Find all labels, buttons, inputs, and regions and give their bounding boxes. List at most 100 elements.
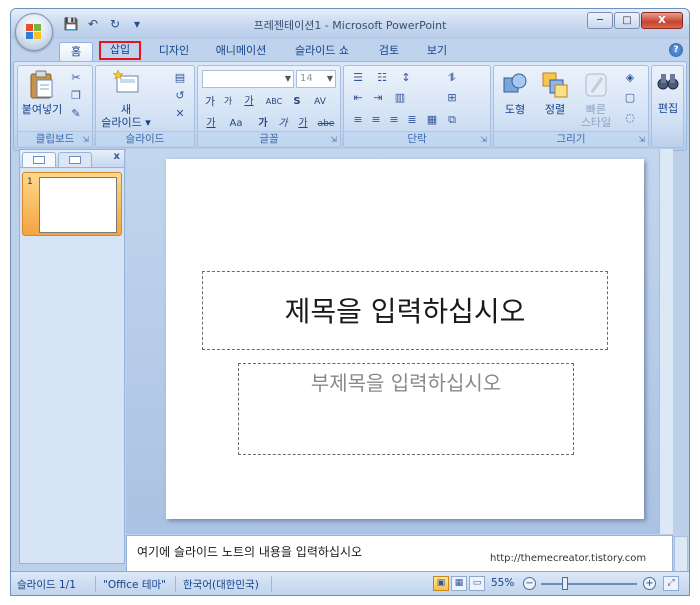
slide-sorter-view-icon[interactable]: ▦ xyxy=(451,576,467,591)
watermark-url: http://themecreator.tistory.com xyxy=(490,553,647,564)
italic-button[interactable]: 가 xyxy=(274,114,292,132)
shape-outline-icon[interactable]: ▢ xyxy=(622,90,638,106)
tab-review[interactable]: 검토 xyxy=(371,42,407,61)
tab-insert[interactable]: 삽입 xyxy=(99,41,141,60)
slide-thumbnail-selected[interactable]: 1 xyxy=(22,172,122,236)
tab-animations[interactable]: 애니메이션 xyxy=(209,42,273,61)
editing-button[interactable]: 편집 xyxy=(653,70,683,115)
fit-to-window-icon[interactable]: ⤢ xyxy=(663,576,679,591)
decrease-indent-icon[interactable]: ⇤ xyxy=(350,90,366,106)
title-bar: 💾 ↶ ↻ ▾ 프레젠테이션1 - Microsoft PowerPoint ─… xyxy=(11,9,689,39)
slides-pane: x 1 xyxy=(19,149,125,564)
window-controls: ─ □ X xyxy=(587,12,683,29)
slide-show-view-icon[interactable]: ▭ xyxy=(469,576,485,591)
shrink-font-button[interactable]: 가 xyxy=(220,92,236,110)
notes-placeholder-text: 여기에 슬라이드 노트의 내용을 입력하십시오 xyxy=(137,545,363,559)
columns-icon[interactable]: ▥ xyxy=(392,90,408,106)
cut-icon[interactable]: ✂ xyxy=(68,70,84,86)
status-language[interactable]: 한국어(대한민국) xyxy=(183,577,259,592)
shape-fill-icon[interactable]: ◈ xyxy=(622,70,638,86)
arrange-button[interactable]: 정렬 xyxy=(536,70,574,116)
numbering-icon[interactable]: ☷ xyxy=(374,70,390,86)
help-icon[interactable]: ? xyxy=(669,43,683,57)
delete-slide-icon[interactable]: ✕ xyxy=(172,106,188,122)
align-left-icon[interactable]: ≡ xyxy=(350,112,366,128)
strikethrough-button[interactable]: abe xyxy=(314,114,338,132)
font-group-label: 글꼴 xyxy=(198,131,340,146)
smartart-icon[interactable]: ⧉ xyxy=(444,112,460,128)
shape-effects-icon[interactable]: ◌ xyxy=(622,110,638,126)
pane-close-button[interactable]: x xyxy=(114,151,120,162)
outline-pane-tab[interactable] xyxy=(58,152,92,167)
slide-thumbnail[interactable] xyxy=(39,177,117,233)
title-placeholder[interactable]: 제목을 입력하십시오 xyxy=(202,271,608,350)
editing-group: 편집 xyxy=(651,65,684,148)
zoom-slider-track[interactable] xyxy=(541,583,637,585)
paste-button[interactable]: 붙여넣기 xyxy=(20,70,64,116)
editing-label: 편집 xyxy=(657,102,679,115)
align-text-icon[interactable]: ⊞ xyxy=(444,90,460,106)
shapes-icon xyxy=(501,70,529,100)
font-name-combo[interactable]: ▼ xyxy=(202,70,294,88)
char-spacing-button[interactable]: AV xyxy=(306,92,334,110)
distributed-icon[interactable]: ▦ xyxy=(424,112,440,128)
shadow-text-button[interactable]: S xyxy=(290,92,304,110)
copy-icon[interactable]: ❐ xyxy=(68,88,84,104)
tab-home[interactable]: 홈 xyxy=(59,42,93,61)
status-separator xyxy=(95,576,96,592)
font-launcher-icon[interactable]: ⇲ xyxy=(330,135,337,144)
slide-canvas[interactable]: 제목을 입력하십시오 부제목을 입력하십시오 xyxy=(166,159,644,519)
maximize-button[interactable]: □ xyxy=(614,12,640,29)
drawing-group: 도형 정렬 빠른 스타일 ◈ ▢ ◌ 그리기 ⇲ xyxy=(493,65,649,148)
paste-icon xyxy=(28,70,56,100)
align-right-icon[interactable]: ≡ xyxy=(386,112,402,128)
increase-indent-icon[interactable]: ⇥ xyxy=(370,90,386,106)
new-slide-label-line2: 슬라이드 ▾ xyxy=(101,116,151,129)
line-spacing-icon[interactable]: ↕ xyxy=(398,70,414,86)
slide-editor: 제목을 입력하십시오 부제목을 입력하십시오 xyxy=(126,149,673,534)
tab-design[interactable]: 디자인 xyxy=(151,42,197,61)
layout-icon[interactable]: ▤ xyxy=(172,70,188,86)
bold-button[interactable]: 가 xyxy=(254,114,272,132)
text-direction-icon[interactable]: ⥮ xyxy=(444,70,460,86)
notes-scrollbar[interactable] xyxy=(674,536,688,573)
font-size-combo[interactable]: 14 ▼ xyxy=(296,70,336,88)
office-button[interactable] xyxy=(15,13,53,51)
drawing-launcher-icon[interactable]: ⇲ xyxy=(638,135,645,144)
clear-format-button[interactable]: 가 xyxy=(240,92,258,110)
title-placeholder-text: 제목을 입력하십시오 xyxy=(284,295,526,328)
zoom-slider-knob[interactable] xyxy=(562,577,568,590)
arrange-icon xyxy=(541,70,569,100)
minimize-button[interactable]: ─ xyxy=(587,12,613,29)
abc-button[interactable]: ABC xyxy=(262,92,286,110)
bullets-icon[interactable]: ☰ xyxy=(350,70,366,86)
status-separator xyxy=(175,576,176,592)
subtitle-placeholder[interactable]: 부제목을 입력하십시오 xyxy=(238,363,574,455)
paragraph-group: ☰ ☷ ↕ ⥮ ⇤ ⇥ ▥ ⊞ ≡ ≡ ≡ ≣ ▦ ⧉ 단락 ⇲ xyxy=(343,65,491,148)
font-name-dropdown-icon[interactable]: ▼ xyxy=(285,71,291,87)
justify-icon[interactable]: ≣ xyxy=(404,112,420,128)
tab-slide-show[interactable]: 슬라이드 쇼 xyxy=(287,42,357,61)
paragraph-launcher-icon[interactable]: ⇲ xyxy=(480,135,487,144)
slides-pane-tab[interactable] xyxy=(22,152,56,167)
grow-font-button[interactable]: 가 xyxy=(202,92,218,110)
format-painter-icon[interactable]: ✎ xyxy=(68,106,84,122)
normal-view-icon[interactable]: ▣ xyxy=(433,576,449,591)
font-size-dropdown-icon[interactable]: ▼ xyxy=(327,71,333,87)
quick-styles-button[interactable]: 빠른 스타일 xyxy=(576,70,616,129)
tab-view[interactable]: 보기 xyxy=(419,42,455,61)
slide-thumbnail-number: 1 xyxy=(27,177,33,187)
change-case-button[interactable]: Aa xyxy=(224,114,248,132)
close-button[interactable]: X xyxy=(641,12,683,29)
zoom-out-icon[interactable]: − xyxy=(523,577,536,590)
clipboard-launcher-icon[interactable]: ⇲ xyxy=(82,135,89,144)
zoom-in-icon[interactable]: + xyxy=(643,577,656,590)
new-slide-button[interactable]: 새 슬라이드 ▾ xyxy=(98,69,154,129)
reset-icon[interactable]: ↺ xyxy=(172,88,188,104)
zoom-level[interactable]: 55% xyxy=(491,577,514,589)
editor-vertical-scrollbar[interactable] xyxy=(659,149,673,534)
font-color-button[interactable]: 가 xyxy=(202,114,220,132)
align-center-icon[interactable]: ≡ xyxy=(368,112,384,128)
underline-button[interactable]: 가 xyxy=(294,114,312,132)
shapes-button[interactable]: 도형 xyxy=(496,70,534,116)
